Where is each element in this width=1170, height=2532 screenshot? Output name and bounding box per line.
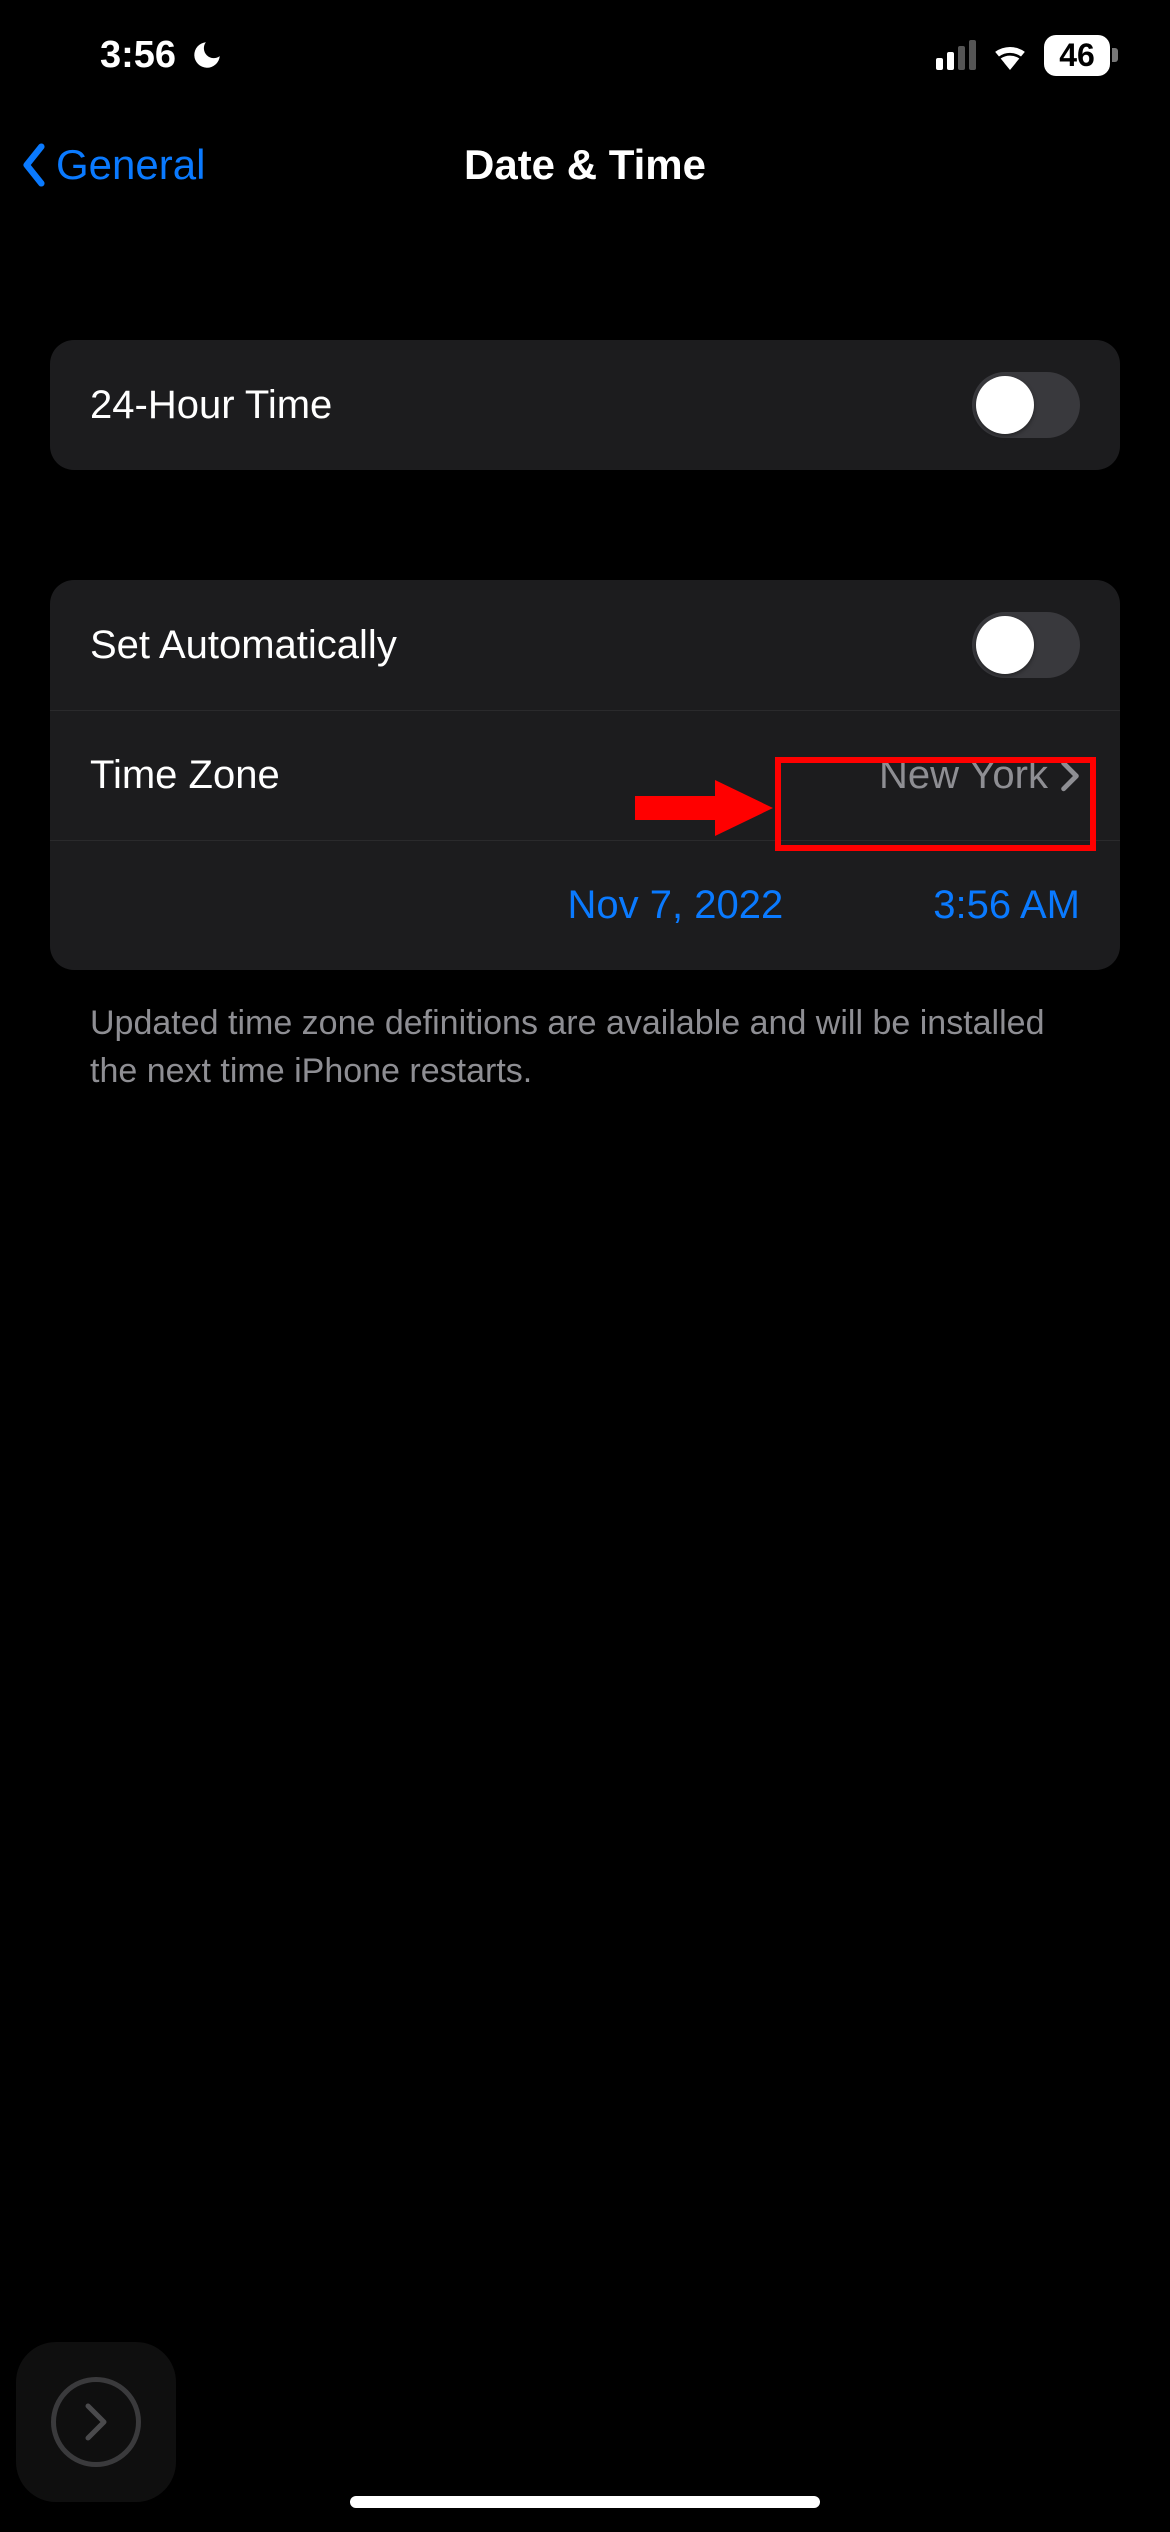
home-indicator[interactable]: [350, 2496, 820, 2508]
row-24-hour-time[interactable]: 24-Hour Time: [50, 340, 1120, 470]
fab-circle: [51, 2377, 141, 2467]
back-label: General: [56, 141, 205, 189]
group-footer-text: Updated time zone definitions are availa…: [50, 970, 1120, 1095]
row-label: 24-Hour Time: [90, 383, 332, 428]
settings-content: 24-Hour Time Set Automatically Time Zone…: [0, 220, 1170, 1095]
row-label: Set Automatically: [90, 623, 397, 668]
time-zone-value-container: New York: [879, 753, 1080, 798]
nav-header: General Date & Time: [0, 110, 1170, 220]
back-button[interactable]: General: [20, 141, 205, 189]
chevron-right-icon: [79, 2402, 113, 2442]
row-label: Time Zone: [90, 753, 280, 798]
time-zone-value: New York: [879, 753, 1048, 798]
page-title: Date & Time: [464, 141, 706, 189]
status-left: 3:56: [100, 34, 224, 77]
focus-mode-icon: [190, 38, 224, 72]
status-right: 46: [936, 35, 1110, 76]
settings-group-1: 24-Hour Time: [50, 340, 1120, 470]
wifi-icon: [990, 40, 1030, 70]
row-set-automatically[interactable]: Set Automatically: [50, 580, 1120, 710]
toggle-set-automatically[interactable]: [972, 612, 1080, 678]
chevron-left-icon: [20, 143, 48, 187]
date-value[interactable]: Nov 7, 2022: [568, 883, 784, 928]
row-time-zone[interactable]: Time Zone New York: [50, 710, 1120, 840]
time-value[interactable]: 3:56 AM: [933, 883, 1080, 928]
settings-group-2: Set Automatically Time Zone New York Nov…: [50, 580, 1120, 970]
row-date-time: Nov 7, 2022 3:56 AM: [50, 840, 1120, 970]
status-time: 3:56: [100, 34, 176, 77]
chevron-right-icon: [1060, 760, 1080, 792]
status-bar: 3:56 46: [0, 0, 1170, 110]
toggle-24-hour-time[interactable]: [972, 372, 1080, 438]
accessibility-fab[interactable]: [16, 2342, 176, 2502]
battery-percent: 46: [1059, 37, 1095, 73]
battery-indicator: 46: [1044, 35, 1110, 76]
cellular-signal-icon: [936, 40, 976, 70]
